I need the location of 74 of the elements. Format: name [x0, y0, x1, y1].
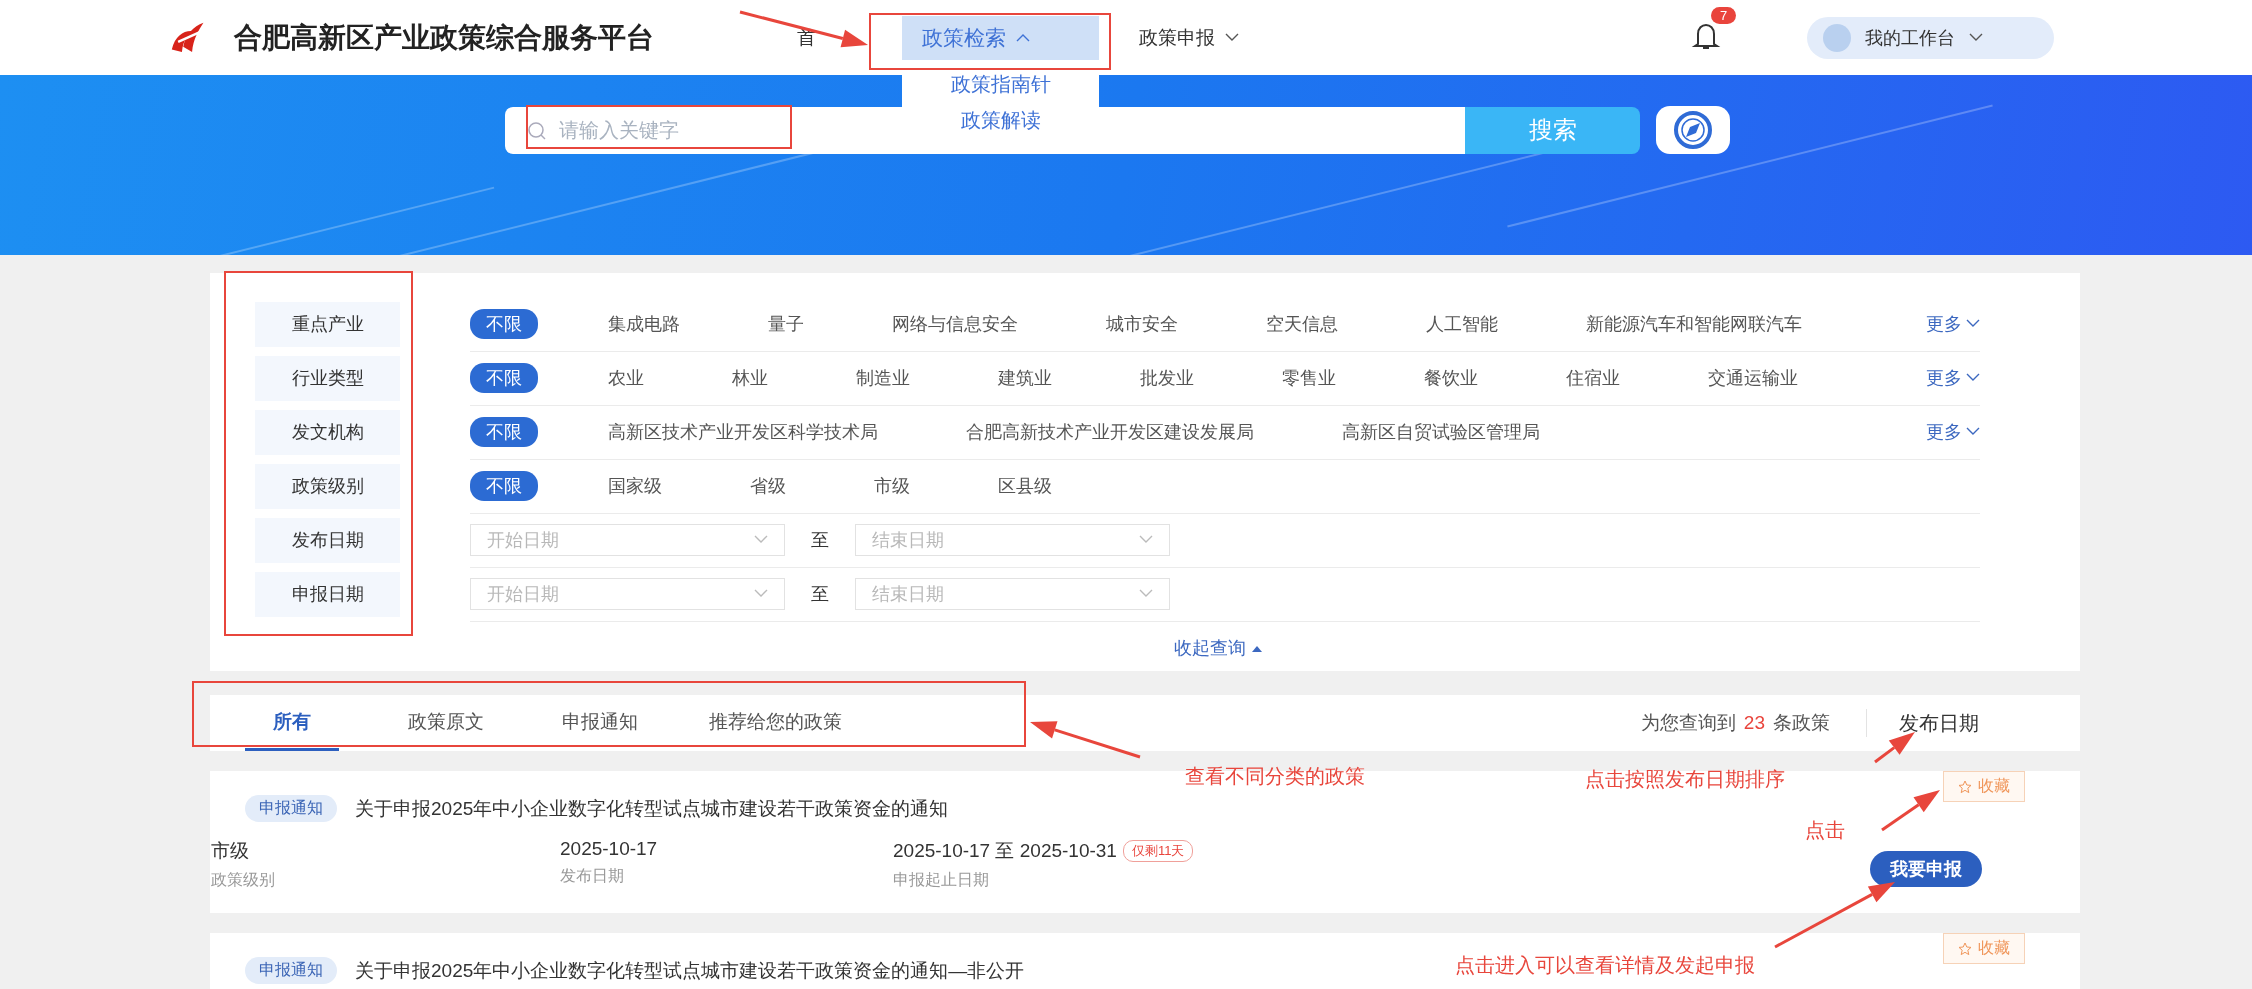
workspace-button[interactable]: 我的工作台: [1807, 16, 2054, 59]
date-placeholder: 开始日期: [487, 582, 559, 606]
range-separator: 至: [811, 582, 829, 606]
field-label: 申报起止日期: [893, 870, 989, 890]
annotation-text: 点击进入可以查看详情及发起申报: [1455, 953, 1755, 978]
filter-option[interactable]: 集成电路: [608, 311, 680, 336]
filter-option[interactable]: 城市安全: [1106, 311, 1178, 336]
menu-item[interactable]: 政策解读: [960, 101, 1041, 138]
annotation-text: 点击: [1805, 818, 1845, 843]
date-placeholder: 结束日期: [872, 528, 944, 552]
policy-title[interactable]: 关于申报2025年中小企业数字化转型试点城市建设若干政策资金的通知: [355, 795, 949, 822]
sort-button[interactable]: 发布日期: [1893, 695, 1985, 751]
more-link[interactable]: 更多: [1926, 419, 1980, 444]
field-value: 2025-10-17 至 2025-10-31: [893, 839, 1117, 863]
filter-option[interactable]: 建筑业: [998, 365, 1052, 390]
filter-label: 发文机构: [255, 409, 400, 455]
filter-option[interactable]: 市级: [874, 473, 910, 498]
filter-option[interactable]: 高新区自贸试验区管理局: [1342, 419, 1540, 444]
filter-option[interactable]: 合肥高新技术产业开发区建设发展局: [966, 419, 1254, 444]
field-label: 发布日期: [560, 866, 624, 886]
filter-option[interactable]: 网络与信息安全: [892, 311, 1018, 336]
result-count: 23: [1743, 712, 1765, 734]
filter-option[interactable]: 不限: [470, 470, 538, 501]
category-tab[interactable]: 所有: [245, 695, 339, 751]
date-placeholder: 开始日期: [487, 528, 559, 552]
filter-option[interactable]: 农业: [608, 365, 644, 390]
annotation-text: 查看不同分类的政策: [1185, 764, 1365, 789]
filter-option[interactable]: 省级: [750, 473, 786, 498]
category-tab[interactable]: 申报通知: [553, 695, 647, 751]
field-value: 市级: [211, 839, 249, 863]
more-link[interactable]: 更多: [1926, 311, 1980, 336]
annotation-text: 点击按照发布日期排序: [1585, 767, 1785, 792]
date-placeholder: 结束日期: [872, 582, 944, 606]
filter-option[interactable]: 制造业: [856, 365, 910, 390]
filter-option[interactable]: 量子: [768, 311, 804, 336]
more-link[interactable]: 更多: [1926, 365, 1980, 390]
nav-item[interactable]: 政策申报: [1139, 15, 1239, 60]
deadline-badge: 仅剩11天: [1122, 840, 1194, 862]
filter-option[interactable]: 不限: [470, 308, 538, 339]
filter-label: 行业类型: [255, 355, 400, 401]
collapse-link[interactable]: 收起查询: [1167, 635, 1268, 661]
category-tab[interactable]: 政策原文: [399, 695, 493, 751]
menu-item[interactable]: 政策指南针: [950, 65, 1051, 102]
filter-label: 申报日期: [255, 571, 400, 617]
field-value: 2025-10-17: [560, 838, 658, 860]
site-title: 合肥高新区产业政策综合服务平台: [234, 20, 654, 55]
filter-option[interactable]: 新能源汽车和智能网联汽车: [1586, 311, 1802, 336]
filter-option[interactable]: 高新区技术产业开发区科学技术局: [608, 419, 878, 444]
filter-option[interactable]: 批发业: [1140, 365, 1194, 390]
filter-option[interactable]: 人工智能: [1426, 311, 1498, 336]
filter-label: 发布日期: [255, 517, 400, 563]
filter-label: 重点产业: [255, 301, 400, 347]
range-separator: 至: [811, 528, 829, 552]
filter-option[interactable]: 不限: [470, 362, 538, 393]
filter-label: 政策级别: [255, 463, 400, 509]
nav-item[interactable]: 首: [797, 15, 816, 60]
filter-option[interactable]: 林业: [732, 365, 768, 390]
category-tag: 申报通知: [245, 795, 337, 822]
notification-badge: 7: [1711, 6, 1737, 24]
category-tag: 申报通知: [245, 957, 337, 984]
filter-option[interactable]: 不限: [470, 416, 538, 447]
policy-title[interactable]: 关于申报2025年中小企业数字化转型试点城市建设若干政策资金的通知—非公开: [355, 957, 1025, 984]
apply-button[interactable]: 我要申报: [1870, 851, 1982, 887]
filter-option[interactable]: 空天信息: [1266, 311, 1338, 336]
field-label: 政策级别: [211, 870, 275, 890]
filter-option[interactable]: 餐饮业: [1424, 365, 1478, 390]
filter-option[interactable]: 零售业: [1282, 365, 1336, 390]
category-tab[interactable]: 推荐给您的政策: [707, 695, 844, 751]
filter-option[interactable]: 交通运输业: [1708, 365, 1798, 390]
filter-option[interactable]: 区县级: [998, 473, 1052, 498]
filter-option[interactable]: 住宿业: [1566, 365, 1620, 390]
filter-option[interactable]: 国家级: [608, 473, 662, 498]
result-text: 为您查询到: [1640, 711, 1736, 735]
result-text: 条政策: [1773, 711, 1830, 735]
